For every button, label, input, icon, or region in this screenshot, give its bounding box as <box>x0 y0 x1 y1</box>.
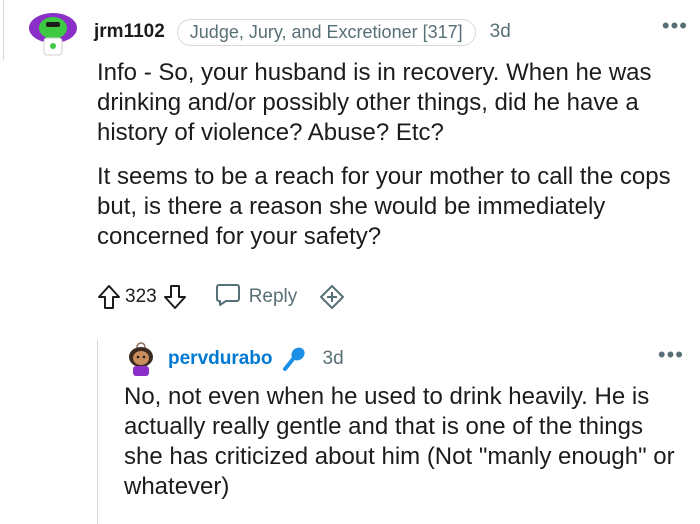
reply-header: pervdurabo 3d ••• <box>124 342 684 376</box>
user-flair: Judge, Jury, and Excretioner [317] <box>176 18 476 46</box>
reply-label: Reply <box>248 286 298 307</box>
comment-actions: 323 Reply <box>97 282 345 312</box>
comment-paragraph: It seems to be a reach for your mother t… <box>97 163 671 250</box>
username[interactable]: jrm1102 <box>94 21 165 43</box>
reply-button[interactable]: Reply <box>215 283 298 312</box>
avatar[interactable] <box>124 342 158 376</box>
thread-line <box>3 0 4 60</box>
downvote-icon[interactable] <box>163 284 187 310</box>
username[interactable]: pervdurabo <box>168 348 273 370</box>
comment-header: jrm1102 Judge, Jury, and Excretioner [31… <box>28 8 688 56</box>
more-icon[interactable]: ••• <box>658 344 684 366</box>
reply-thread-line[interactable] <box>97 340 98 524</box>
reply-icon <box>215 283 241 312</box>
award-icon[interactable] <box>319 284 345 310</box>
timestamp[interactable]: 3d <box>490 21 511 43</box>
comment-paragraph: Info - So, your husband is in recovery. … <box>97 59 652 146</box>
reply-comment: pervdurabo 3d ••• No, not even when he u… <box>124 342 684 516</box>
score: 323 <box>125 286 157 307</box>
upvote-icon[interactable] <box>97 284 121 310</box>
comment-body: Info - So, your husband is in recovery. … <box>97 58 687 252</box>
avatar[interactable] <box>28 8 80 56</box>
microphone-icon <box>279 345 309 373</box>
reply-paragraph: No, not even when he used to drink heavi… <box>124 383 675 500</box>
more-icon[interactable]: ••• <box>662 15 688 37</box>
reply-body: No, not even when he used to drink heavi… <box>124 382 684 502</box>
timestamp[interactable]: 3d <box>323 348 344 370</box>
parent-comment: jrm1102 Judge, Jury, and Excretioner [31… <box>28 8 688 266</box>
